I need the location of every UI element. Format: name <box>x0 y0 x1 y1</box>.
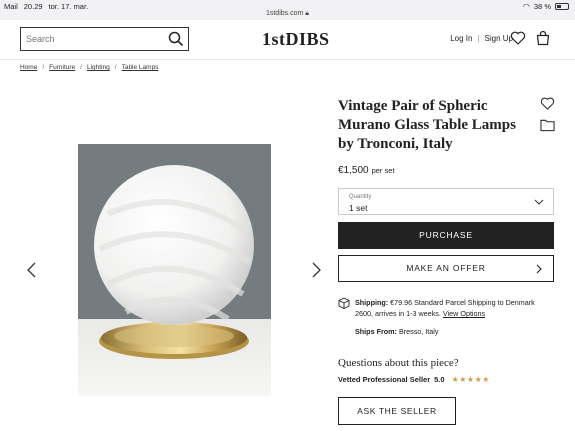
signup-link[interactable]: Sign Up <box>485 34 513 43</box>
make-offer-button[interactable]: MAKE AN OFFER <box>338 255 554 282</box>
shipping-box-icon <box>338 297 350 309</box>
lamp-illustration <box>78 144 271 396</box>
price: €1,500 per set <box>338 165 395 176</box>
seller-rating: Vetted Professional Seller 5.0 ★★★★★ <box>338 375 490 384</box>
vetted-seller-label: Vetted Professional Seller <box>338 375 431 384</box>
status-right: ◠ 38 % <box>523 2 569 11</box>
ships-from-label: Ships From: <box>355 327 397 336</box>
breadcrumb-home[interactable]: Home <box>20 64 37 71</box>
price-unit: per set <box>371 166 395 175</box>
breadcrumb-separator: / <box>114 64 117 71</box>
breadcrumb-separator: / <box>42 64 45 71</box>
site-logo[interactable]: 1stDIBS <box>262 29 330 50</box>
quantity-value: 1 set <box>349 203 368 213</box>
make-offer-label: MAKE AN OFFER <box>406 263 486 273</box>
questions-heading: Questions about this piece? <box>338 357 459 369</box>
product-image[interactable] <box>78 144 271 396</box>
purchase-button[interactable]: PURCHASE <box>338 222 554 249</box>
breadcrumb-furniture[interactable]: Furniture <box>49 64 75 71</box>
search-icon[interactable] <box>168 31 184 47</box>
breadcrumb-lighting[interactable]: Lighting <box>87 64 110 71</box>
lock-icon: 🔒︎ <box>305 10 310 17</box>
wifi-icon: ◠ <box>522 2 530 11</box>
quantity-select[interactable]: Quantity 1 set <box>338 188 554 215</box>
breadcrumb-table-lamps[interactable]: Table Lamps <box>122 64 159 71</box>
chevron-right-icon <box>536 264 542 274</box>
breadcrumb-separator: / <box>80 64 82 71</box>
address-bar[interactable]: 1stdibs.com 🔒︎ <box>0 10 575 18</box>
site-header: 1stDIBS Log In | Sign Up <box>0 20 575 60</box>
battery-icon <box>555 3 569 10</box>
ships-from: Ships From: Bresso, Italy <box>355 327 438 336</box>
ask-seller-button[interactable]: ASK THE SELLER <box>338 397 456 425</box>
shipping-info: Shipping: €79.96 Standard Parcel Shippin… <box>338 297 554 319</box>
breadcrumb: Home / Furniture / Lighting / Table Lamp… <box>20 64 158 71</box>
address-url: 1stdibs.com <box>265 10 304 17</box>
shopping-bag-icon[interactable] <box>535 30 551 46</box>
view-options-link[interactable]: View Options <box>443 309 485 318</box>
product-title: Vintage Pair of Spheric Murano Glass Tab… <box>338 98 516 152</box>
favorite-heart-icon[interactable] <box>540 96 555 111</box>
next-image-arrow-icon[interactable] <box>309 261 323 279</box>
search-box <box>20 27 189 51</box>
folder-icon[interactable] <box>540 118 555 132</box>
shipping-text: Shipping: €79.96 Standard Parcel Shippin… <box>355 297 554 319</box>
rating-value: 5.0 <box>434 375 445 384</box>
link-separator: | <box>477 34 480 43</box>
ios-status-bar: Mail 20.29 tor. 17. mar. 1stdibs.com 🔒︎ … <box>0 0 575 20</box>
account-links: Log In | Sign Up <box>450 34 513 43</box>
search-input[interactable] <box>21 28 161 50</box>
favorites-heart-icon[interactable] <box>510 30 526 46</box>
ships-from-value: Bresso, Italy <box>398 327 439 336</box>
quantity-label: Quantity <box>349 194 372 200</box>
shipping-label: Shipping: <box>355 298 389 307</box>
battery-percent: 38 % <box>533 2 551 11</box>
chevron-down-icon <box>534 199 544 205</box>
login-link[interactable]: Log In <box>450 34 472 43</box>
previous-image-arrow-icon[interactable] <box>25 261 39 279</box>
price-value: €1,500 <box>338 165 369 176</box>
rating-stars: ★★★★★ <box>451 375 490 384</box>
